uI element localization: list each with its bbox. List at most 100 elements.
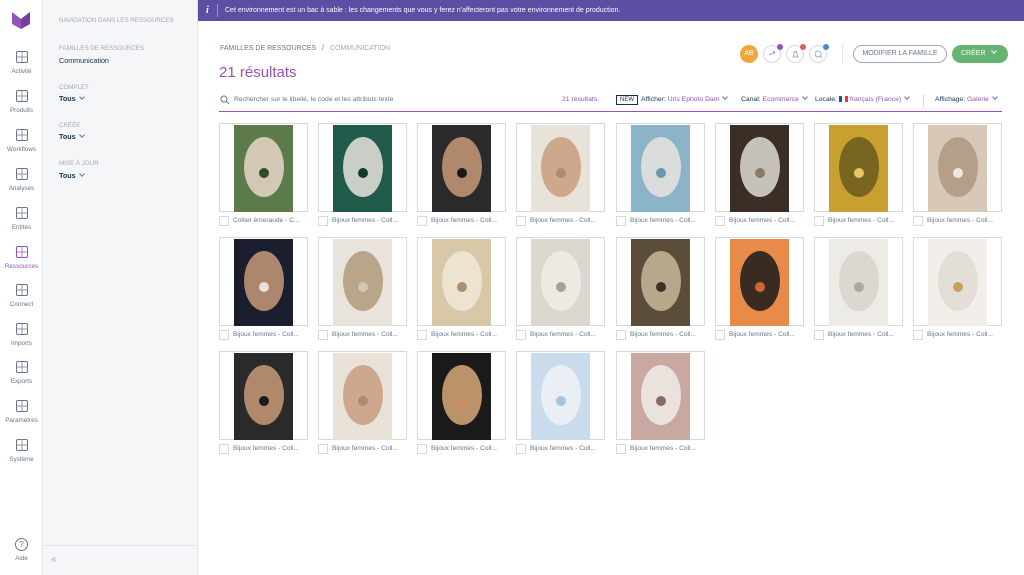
breadcrumb-root[interactable]: FAMILLES DE RESSOURCES xyxy=(220,45,316,52)
notifications-button[interactable] xyxy=(786,44,806,63)
nav-item-label: Entités xyxy=(11,224,32,231)
asset-checkbox[interactable] xyxy=(417,444,427,454)
asset-thumbnail-frame xyxy=(715,237,804,326)
asset-caption: Bijoux femmes - Coll... xyxy=(630,217,696,224)
nav-item-exports[interactable]: Exports xyxy=(0,360,43,385)
complete-filter-dropdown[interactable]: Tous xyxy=(59,94,85,103)
asset-checkbox[interactable] xyxy=(913,216,923,226)
asset-checkbox[interactable] xyxy=(814,216,824,226)
asset-card[interactable]: Bijoux femmes - Coll... xyxy=(318,237,407,343)
comments-button[interactable] xyxy=(809,44,829,63)
asset-card[interactable]: Bijoux femmes - Coll... xyxy=(616,123,705,229)
search-icon xyxy=(220,95,230,105)
asset-checkbox[interactable] xyxy=(715,330,725,340)
filter-panel-title: NAVIGATION DANS LES RESSOURCES xyxy=(59,17,174,24)
avatar[interactable]: AB xyxy=(740,45,758,63)
asset-checkbox[interactable] xyxy=(516,216,526,226)
channel-selector[interactable]: Canal: Ecommerce xyxy=(741,94,808,103)
asset-thumbnail xyxy=(631,353,690,440)
share-button[interactable] xyxy=(763,44,783,63)
updated-filter-dropdown[interactable]: Tous xyxy=(59,171,85,180)
asset-thumbnail xyxy=(730,239,789,326)
nav-item-connect[interactable]: Connect xyxy=(0,283,43,308)
asset-checkbox[interactable] xyxy=(616,330,626,340)
asset-checkbox[interactable] xyxy=(318,216,328,226)
collapse-panel-icon[interactable]: « xyxy=(51,554,57,565)
asset-checkbox[interactable] xyxy=(417,330,427,340)
nav-item-system[interactable]: Système xyxy=(0,438,43,463)
asset-card[interactable]: Bijoux femmes - Coll... xyxy=(417,123,506,229)
modify-family-button[interactable]: MODIFIER LA FAMILLE xyxy=(853,45,947,63)
asset-card[interactable]: Bijoux femmes - Coll... xyxy=(516,123,605,229)
asset-checkbox[interactable] xyxy=(616,216,626,226)
nav-item-imports[interactable]: Imports xyxy=(0,322,43,347)
asset-checkbox[interactable] xyxy=(219,216,229,226)
view-selector[interactable]: Affichage: Galerie xyxy=(935,94,998,103)
asset-checkbox[interactable] xyxy=(219,330,229,340)
asset-thumbnail-frame xyxy=(219,237,308,326)
info-icon: i xyxy=(206,5,209,16)
asset-card[interactable]: Bijoux femmes - Coll... xyxy=(715,123,804,229)
asset-thumbnail-frame xyxy=(913,237,1002,326)
asset-checkbox[interactable] xyxy=(516,330,526,340)
asset-caption: Bijoux femmes - Coll... xyxy=(431,217,497,224)
display-selector[interactable]: Afficher: Urls Ephoto Dam xyxy=(641,94,729,103)
create-button[interactable]: CRÉER xyxy=(952,45,1008,63)
banner-text: Cet environnement est un bac à sable : l… xyxy=(225,7,621,14)
families-filter-value[interactable]: Communication xyxy=(59,56,109,65)
asset-checkbox[interactable] xyxy=(219,444,229,454)
asset-checkbox[interactable] xyxy=(318,444,328,454)
search-input[interactable]: Rechercher sur le libellé, le code et le… xyxy=(234,96,393,103)
asset-card[interactable]: Bijoux femmes - Coll... xyxy=(318,351,407,457)
nav-item-entities[interactable]: Entités xyxy=(0,206,43,231)
chevron-down-icon xyxy=(990,48,997,54)
asset-checkbox[interactable] xyxy=(318,330,328,340)
asset-card[interactable]: Bijoux femmes - Coll... xyxy=(616,237,705,343)
asset-card[interactable]: Bijoux femmes - Coll... xyxy=(219,237,308,343)
asset-thumbnail xyxy=(432,353,491,440)
create-button-label: CRÉER xyxy=(961,50,986,57)
asset-checkbox[interactable] xyxy=(616,444,626,454)
help-button[interactable]: ? Aide xyxy=(0,538,43,562)
asset-card[interactable]: Bijoux femmes - Coll... xyxy=(219,351,308,457)
search-toolbar: Rechercher sur le libellé, le code et le… xyxy=(219,92,1002,112)
analyses-icon xyxy=(15,168,28,180)
asset-caption: Bijoux femmes - Coll... xyxy=(431,331,497,338)
asset-checkbox[interactable] xyxy=(715,216,725,226)
asset-card[interactable]: Bijoux femmes - Coll... xyxy=(417,351,506,457)
created-filter-dropdown[interactable]: Tous xyxy=(59,132,85,141)
channel-value: Ecommerce xyxy=(762,96,799,103)
asset-thumbnail-frame xyxy=(318,351,407,440)
nav-item-resources[interactable]: Ressources xyxy=(0,245,43,270)
asset-card[interactable]: Bijoux femmes - Coll... xyxy=(814,237,903,343)
asset-caption: Bijoux femmes - Coll... xyxy=(530,445,596,452)
asset-checkbox[interactable] xyxy=(417,216,427,226)
asset-thumbnail xyxy=(432,239,491,326)
view-value: Galerie xyxy=(967,96,989,103)
asset-card[interactable]: Bijoux femmes - Coll... xyxy=(616,351,705,457)
asset-card[interactable]: Bijoux femmes - Coll... xyxy=(814,123,903,229)
asset-card[interactable]: Bijoux femmes - Coll... xyxy=(913,237,1002,343)
help-label: Aide xyxy=(15,555,28,562)
asset-checkbox[interactable] xyxy=(913,330,923,340)
nav-item-label: Système xyxy=(9,456,34,463)
asset-thumbnail xyxy=(631,125,690,212)
nav-item-products[interactable]: Produits xyxy=(0,89,43,114)
asset-card[interactable]: Bijoux femmes - Coll... xyxy=(417,237,506,343)
asset-checkbox[interactable] xyxy=(814,330,824,340)
asset-card[interactable]: Bijoux femmes - Coll... xyxy=(913,123,1002,229)
locale-selector[interactable]: Locale: français (France) xyxy=(815,94,911,103)
nav-item-workflows[interactable]: Workflows xyxy=(0,128,43,153)
asset-card[interactable]: Bijoux femmes - Coll... xyxy=(715,237,804,343)
nav-item-analyses[interactable]: Analyses xyxy=(0,167,43,192)
asset-card[interactable]: Collier émeraude - C... xyxy=(219,123,308,229)
logo-icon[interactable] xyxy=(10,10,32,30)
asset-card[interactable]: Bijoux femmes - Coll... xyxy=(516,237,605,343)
nav-item-settings[interactable]: Paramètres xyxy=(0,399,43,424)
asset-card[interactable]: Bijoux femmes - Coll... xyxy=(516,351,605,457)
asset-checkbox[interactable] xyxy=(516,444,526,454)
chevron-down-icon xyxy=(904,94,911,100)
asset-card[interactable]: Bijoux femmes - Coll... xyxy=(318,123,407,229)
nav-item-activity[interactable]: Activité xyxy=(0,50,43,75)
divider xyxy=(217,4,218,17)
